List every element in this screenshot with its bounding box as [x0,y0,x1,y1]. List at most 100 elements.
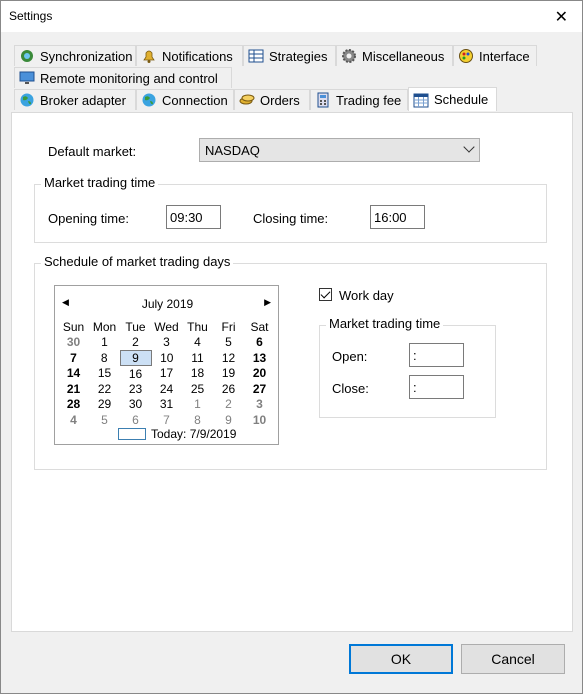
calendar-day[interactable]: 6 [244,335,275,351]
calendar-day[interactable]: 25 [182,381,213,397]
tab-schedule[interactable]: Schedule [408,87,497,111]
tab-label: Strategies [269,48,328,64]
calendar-day[interactable]: 10 [151,350,182,366]
palette-icon [458,48,474,64]
calendar-day[interactable]: 8 [89,350,120,366]
tab-remote-monitoring[interactable]: Remote monitoring and control [14,67,232,88]
calendar-day[interactable]: 7 [58,350,89,366]
calendar-day[interactable]: 2 [213,397,244,413]
calendar-day[interactable]: 26 [213,381,244,397]
calendar-week-row: 21 22 23 24 25 26 27 [58,381,275,397]
calendar-day[interactable]: 30 [120,397,151,413]
opening-time-label: Opening time: [48,211,129,226]
settings-window: Settings ✕ Synchronization Notifications… [0,0,583,694]
work-day-checkbox[interactable] [319,288,332,301]
calendar-day[interactable]: 30 [58,335,89,351]
calendar-day[interactable]: 3 [151,335,182,351]
calendar-week-row: 4 5 6 7 8 9 10 [58,412,275,428]
tab-label: Notifications [162,48,233,64]
calendar-day[interactable]: 13 [244,350,275,366]
calendar-day[interactable]: 22 [89,381,120,397]
weekday-header: Tue [125,319,146,334]
tab-trading-fee[interactable]: Trading fee [310,89,408,110]
cancel-button[interactable]: Cancel [461,644,565,674]
default-market-label: Default market: [48,144,137,159]
calendar-day-selected[interactable]: 9 [119,349,152,366]
month-calendar[interactable]: ◀ July 2019 ▶ Sun Mon Tue Wed Thu Fri Sa… [54,285,279,445]
day-trading-time-group: Market trading time [319,316,496,418]
calendar-day[interactable]: 10 [244,412,275,428]
chevron-down-icon [463,141,475,153]
globe-icon [19,92,35,108]
calendar-day[interactable]: 16 [120,366,151,382]
calendar-day[interactable]: 27 [244,381,275,397]
next-month-icon[interactable]: ▶ [264,297,271,308]
tab-label: Schedule [434,92,489,107]
calendar-day[interactable]: 11 [182,350,213,366]
tab-label: Remote monitoring and control [40,70,218,86]
calendar-day[interactable]: 6 [120,412,151,428]
calendar-day[interactable]: 18 [182,366,213,382]
default-market-dropdown[interactable]: NASDAQ [199,138,480,162]
weekday-header: Sun [62,319,85,334]
trading-days-title: Schedule of market trading days [41,254,234,269]
calendar-day[interactable]: 24 [151,381,182,397]
tab-label: Synchronization [40,48,133,64]
calendar-day[interactable]: 17 [151,366,182,382]
tab-strategies[interactable]: Strategies [243,45,336,66]
calendar-day[interactable]: 4 [58,412,89,428]
bell-icon [141,48,157,64]
default-market-value: NASDAQ [205,143,260,158]
opening-time-input[interactable]: 09:30 [166,205,221,229]
tab-interface[interactable]: Interface [453,45,537,66]
calendar-grid: Sun Mon Tue Wed Thu Fri Sat 30 1 2 3 4 5 [58,319,276,428]
window-title: Settings [9,9,53,23]
calendar-day[interactable]: 8 [182,412,213,428]
calendar-day[interactable]: 2 [120,335,151,351]
calendar-week-row: 30 1 2 3 4 5 6 [58,335,275,351]
globe-icon [141,92,157,108]
calendar-day[interactable]: 5 [89,412,120,428]
calendar-icon [413,92,429,108]
calendar-day[interactable]: 29 [89,397,120,413]
work-day-label[interactable]: Work day [339,288,394,303]
calendar-day[interactable]: 28 [58,397,89,413]
tab-label: Trading fee [336,92,402,108]
calendar-day[interactable]: 15 [89,366,120,382]
calendar-day[interactable]: 21 [58,381,89,397]
close-time-input[interactable]: : [409,375,464,399]
calendar-day[interactable]: 9 [213,412,244,428]
coins-icon [239,92,255,108]
weekday-header: Thu [187,319,208,334]
weekday-header: Sat [250,319,269,334]
calendar-day[interactable]: 3 [244,397,275,413]
calendar-day[interactable]: 20 [244,366,275,382]
tab-broker-adapter[interactable]: Broker adapter [14,89,136,110]
sync-icon [19,48,35,64]
calendar-day[interactable]: 4 [182,335,213,351]
day-trading-time-title: Market trading time [326,316,444,331]
monitor-icon [19,70,35,86]
today-link[interactable]: Today: 7/9/2019 [151,427,236,441]
ok-button[interactable]: OK [349,644,453,674]
calendar-day[interactable]: 31 [151,397,182,413]
tab-synchronization[interactable]: Synchronization [14,45,136,66]
calendar-day[interactable]: 19 [213,366,244,382]
close-icon[interactable]: ✕ [555,7,568,27]
calendar-day[interactable]: 1 [182,397,213,413]
tab-notifications[interactable]: Notifications [136,45,243,66]
calendar-day[interactable]: 1 [89,335,120,351]
market-trading-time-title: Market trading time [41,175,159,190]
tab-connection[interactable]: Connection [136,89,234,110]
calendar-day[interactable]: 5 [213,335,244,351]
closing-time-input[interactable]: 16:00 [370,205,425,229]
tab-miscellaneous[interactable]: Miscellaneous [336,45,453,66]
calendar-day[interactable]: 7 [151,412,182,428]
tab-label: Orders [260,92,300,108]
calendar-day[interactable]: 23 [120,381,151,397]
tab-orders[interactable]: Orders [234,89,310,110]
calendar-day[interactable]: 14 [58,366,89,382]
open-time-input[interactable]: : [409,343,464,367]
today-marker [118,428,146,440]
calendar-day[interactable]: 12 [213,350,244,366]
